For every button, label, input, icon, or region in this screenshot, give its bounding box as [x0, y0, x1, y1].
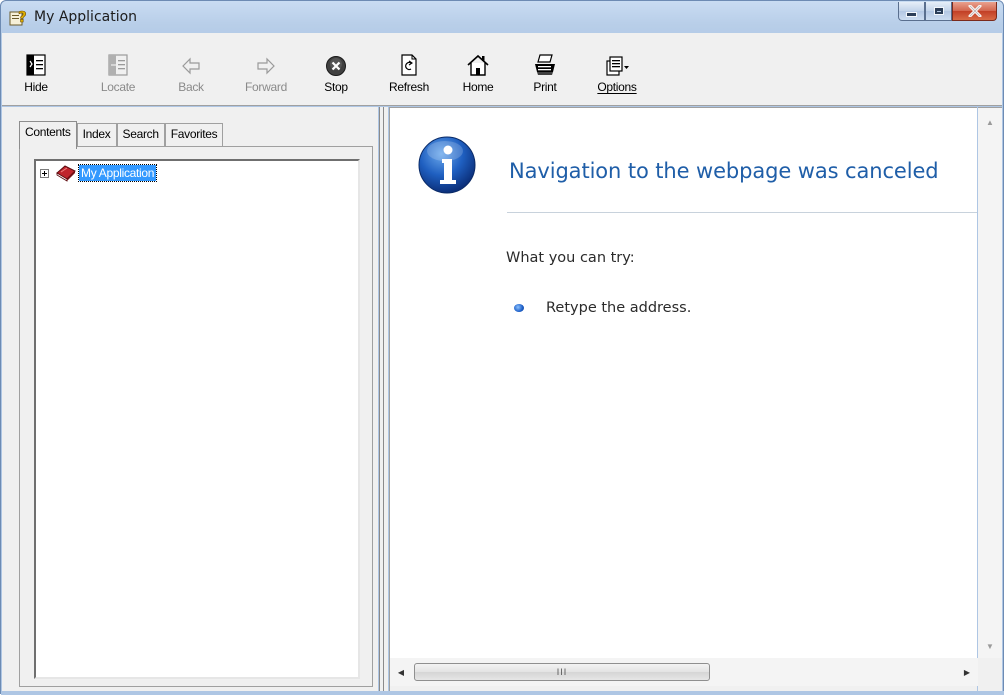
stop-button[interactable]: Stop	[316, 51, 356, 101]
tab-contents[interactable]: Contents	[19, 121, 77, 149]
options-button[interactable]: Options	[586, 51, 648, 101]
back-button[interactable]: Back	[170, 51, 212, 101]
forward-arrow-icon	[257, 57, 275, 75]
hide-icon	[26, 54, 46, 76]
window-title: My Application	[34, 9, 138, 25]
navigation-tabs: Contents Index Search Favorites	[19, 121, 224, 149]
print-icon	[535, 54, 555, 75]
stop-icon	[326, 56, 346, 76]
window-bottom-border	[1, 691, 1004, 695]
scroll-thumb[interactable]: III	[414, 663, 710, 681]
info-icon	[418, 136, 476, 194]
maximize-icon	[933, 7, 944, 15]
tree-item[interactable]: My Application	[40, 164, 158, 182]
tab-contents-label: Contents	[25, 125, 71, 139]
application-window: ? My Application Hide Locate Back Forwar…	[0, 0, 1004, 695]
close-icon	[968, 5, 981, 17]
locate-icon	[108, 54, 128, 76]
locate-button[interactable]: Locate	[88, 51, 148, 101]
home-label: Home	[462, 80, 494, 94]
pane-splitter[interactable]	[379, 107, 388, 691]
locate-label: Locate	[100, 80, 136, 94]
print-label: Print	[533, 80, 557, 94]
tree-item-label: My Application	[77, 164, 158, 182]
svg-text:?: ?	[18, 8, 27, 26]
tab-favorites[interactable]: Favorites	[164, 123, 224, 147]
tab-search[interactable]: Search	[116, 123, 165, 147]
forward-button[interactable]: Forward	[236, 51, 296, 101]
scroll-up-arrow-icon[interactable]: ▲	[978, 112, 1002, 132]
scrollbar-corner	[978, 658, 1002, 691]
content-pane: Navigation to the webpage was canceled W…	[389, 107, 977, 658]
scroll-down-arrow-icon[interactable]: ▼	[978, 636, 1002, 656]
refresh-button[interactable]: Refresh	[379, 51, 439, 101]
hide-button[interactable]: Hide	[14, 51, 58, 101]
contents-tree[interactable]: My Application	[34, 159, 360, 679]
home-icon	[467, 54, 489, 76]
scroll-track[interactable]: ◀ III ▶	[390, 658, 978, 686]
heading-divider	[507, 212, 977, 213]
tab-favorites-label: Favorites	[170, 127, 218, 141]
title-bar[interactable]: ? My Application	[1, 1, 1003, 33]
tab-index-label: Index	[82, 127, 111, 141]
refresh-icon	[401, 54, 417, 76]
suggestion-text: Retype the address.	[546, 300, 692, 316]
refresh-label: Refresh	[389, 80, 429, 94]
home-button[interactable]: Home	[454, 51, 502, 101]
help-app-icon: ?	[9, 8, 27, 26]
stop-label: Stop	[324, 80, 348, 94]
contents-panel: My Application	[19, 146, 373, 687]
expand-icon[interactable]	[40, 168, 49, 178]
caption-buttons	[898, 2, 997, 22]
hide-label: Hide	[24, 80, 48, 94]
forward-label: Forward	[245, 80, 287, 94]
vertical-scrollbar[interactable]: ▲ ▼	[978, 107, 1002, 658]
tab-search-label: Search	[122, 127, 160, 141]
minimize-button[interactable]	[898, 2, 925, 21]
close-button[interactable]	[952, 2, 997, 21]
bullet-icon	[514, 304, 524, 312]
maximize-button[interactable]	[925, 2, 952, 21]
error-heading: Navigation to the webpage was canceled	[509, 159, 939, 183]
print-button[interactable]: Print	[524, 51, 566, 101]
options-icon	[606, 56, 629, 76]
scroll-left-arrow-icon[interactable]: ◀	[392, 662, 410, 682]
back-label: Back	[178, 80, 204, 94]
suggestions-heading: What you can try:	[506, 250, 635, 266]
scroll-right-arrow-icon[interactable]: ▶	[958, 662, 976, 682]
options-label: Options	[597, 80, 637, 94]
horizontal-scrollbar[interactable]: ◀ III ▶	[389, 658, 978, 691]
suggestion-item: Retype the address.	[514, 300, 691, 316]
tab-index[interactable]: Index	[76, 123, 117, 147]
navigation-pane: Contents Index Search Favorites My Appli…	[2, 107, 378, 691]
thumb-grip: III	[556, 667, 568, 677]
minimize-icon	[906, 11, 917, 17]
toolbar: Hide Locate Back Forward Stop Refresh Ho…	[2, 33, 1002, 106]
back-arrow-icon	[182, 57, 200, 75]
book-icon	[56, 165, 76, 182]
